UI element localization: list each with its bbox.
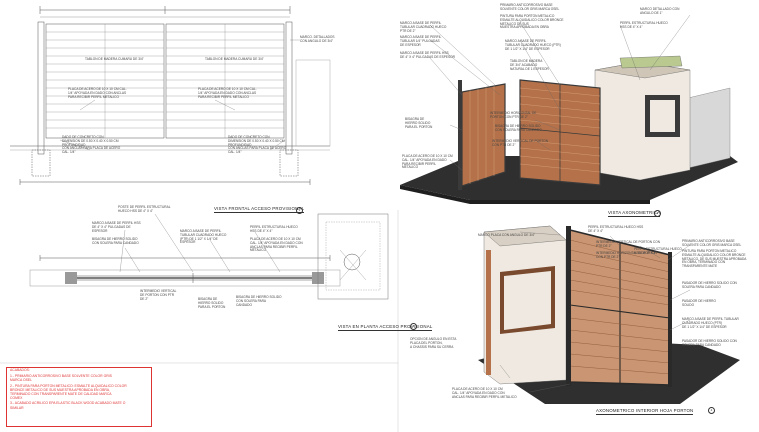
iso1-label-horizontal: INTERMEDIO HORIZONTAL DE PORTON CON PTR … bbox=[490, 111, 537, 119]
iso2-number: 4 bbox=[708, 407, 715, 414]
iso2-label-plate: PLACA DE ACERO DE 10 X 10 CM CAL. 1/4" A… bbox=[452, 387, 517, 399]
notes-line-3: 3.- ACABADO ACRILICO EPA ELASTIC BLACK W… bbox=[10, 401, 126, 410]
plan-label-post: POSTE DE PERFIL ESTRUCTURAL HUECO HSS DE… bbox=[118, 205, 171, 213]
iso1-label-tubular: MARCO A BASE DE PERFIL TUBULAR 1/4" PULG… bbox=[400, 35, 442, 47]
notes-title: ACABADOS: bbox=[10, 368, 30, 372]
iso2-label-angle: MARCO PLACA CON ANGULO DE 3/4" bbox=[478, 233, 535, 237]
iso2-caption: AXONOMETRICO INTERIOR HOJA PORTON bbox=[596, 408, 694, 415]
front-label-footing-left: DADO DE CONCRETO CON DIMENSION DE 0.50 X… bbox=[62, 135, 121, 155]
plan-label-bolt-2: BISAGRA DE HIERRO SOLIDO CON SOLERA PARA… bbox=[236, 295, 282, 307]
iso1-number: 2 bbox=[654, 210, 661, 217]
iso2-label-hss-top: PERFIL ESTRUCTURAL HUECO HSS DE 4" X 4" bbox=[588, 225, 644, 233]
front-label-frame: MARCO. DETALLADOS CON ANGULO DE 3/4" bbox=[300, 35, 335, 43]
iso1-label-paint: PINTURA PARA PORTON METALICO ESMALTE ALQ… bbox=[500, 14, 564, 30]
front-ground bbox=[10, 59, 331, 185]
front-caption: VISTA FRONTAL ACCESO PROVISIONAL bbox=[214, 206, 305, 213]
front-label-plank-right: TABLON DE MADERA CUMARU DE 3/4" bbox=[205, 57, 264, 61]
finishes-notes: ACABADOS: 1.- PRIMARIO ANTICORROSIVO BAS… bbox=[6, 367, 152, 427]
iso1-label-plank: TABLON DE MADERA DE 3/4" ACABADO NATURAL… bbox=[510, 59, 549, 71]
plan-drawing bbox=[29, 213, 389, 300]
notes-line-2: 2.- PINTURA PARA PORTON METALICO: ESMALT… bbox=[10, 383, 127, 401]
iso1-label-hinge: BISAGRA DE HIERRO SOLIDO PARA EL PORTON bbox=[405, 117, 433, 129]
iso2-label-bolt-2: PASADOR DE HIERRO SOLIDO CON SOLERA PARA… bbox=[682, 339, 737, 347]
iso1-caption: VISTA AXONOMETRICA bbox=[608, 210, 661, 217]
iso1-label-plate: PLACA DE ACERO DE 10 X 10 CM CAL. 1/4" A… bbox=[402, 154, 453, 170]
front-label-footing-right: DADO DE CONCRETO CON DIMENSION DE 0.50 X… bbox=[228, 135, 287, 155]
iso1-label-hss: PERFIL ESTRUCTURAL HUECO HSS DE 4" X 4" bbox=[620, 21, 668, 29]
plan-caption: VISTA EN PLANTA ACCESO PROVISIONAL bbox=[338, 324, 433, 331]
iso2-label-hss: PERFIL ESTRUCTURAL HUECO HSS DE 4" X 4" bbox=[634, 247, 682, 255]
iso1-label-hss-frame: MARCO A BASE DE PERFIL HSS DE 4" X 4" PU… bbox=[400, 51, 455, 59]
iso2-label-paint: PINTURA PARA PORTON METALICO ESMALTE ALQ… bbox=[682, 249, 747, 269]
plan-label-hss: PERFIL ESTRUCTURAL HUECO HSS DE 4" X 4" bbox=[250, 225, 298, 233]
iso2-label-ptr: MARCO A BASE DE PERFIL TUBULAR CUADRADO … bbox=[682, 317, 739, 329]
iso1-label-angle: MARCO DETALLADO CON ANGULO DE 1" bbox=[640, 7, 680, 15]
iso2-label-bolt-solid: PASADOR DE HIERRO SOLIDO bbox=[682, 299, 716, 307]
plan-label-vertical: INTERMEDIO VERTICAL DE PORTON CON PTR DE… bbox=[140, 289, 177, 301]
iso2-label-primer: PRIMARIO ANTICORROSIVO BASE SOLVENTE COL… bbox=[682, 239, 742, 247]
plan-label-bolt: BISAGRA DE HIERRO SOLIDO CON SOLERA PARA… bbox=[92, 237, 139, 245]
front-label-plate-left: PLACA DE ACERO DE 10 X 10 CM CAL. 1/4" A… bbox=[68, 87, 127, 99]
plan-label-plate: PLACA DE ACERO DE 10 X 10 CM CAL. 1/4" A… bbox=[250, 237, 303, 253]
iso1-label-ptr-frame: MARCO A BASE DE PERFIL TUBULAR CUADRADO … bbox=[400, 21, 447, 33]
notes-line-1: 1.- PRIMARIO ANTICORROSIVO BASE SOLVENTE… bbox=[10, 374, 112, 383]
plan-number: 3 bbox=[410, 323, 417, 330]
front-number: 1 bbox=[296, 207, 303, 214]
front-planks bbox=[46, 24, 284, 138]
iso2-label-option: OPCION DE ANGULO EN ESTA PLACA DEL PORTO… bbox=[410, 337, 457, 349]
iso1-label-vertical: INTERMEDIO VERTICAL DE PORTON CON PTR DE… bbox=[492, 139, 549, 147]
plan-label-hinge: BISAGRA DE HIERRO SOLIDO PARA EL PORTON bbox=[198, 297, 226, 309]
iso1-label-primer: PRIMARIO ANTICORROSIVO BASE SOLVENTE COL… bbox=[500, 3, 560, 11]
iso1-label-bolt: BISAGRA DE HIERRO SOLIDO CON SOLERA PARA… bbox=[495, 124, 542, 132]
plan-label-ptr: MARCO A BASE DE PERFIL TUBULAR CUADRADO … bbox=[180, 229, 227, 245]
plan-label-hss-frame: MARCO A BASE DE PERFIL HSS DE 4" X 4" PU… bbox=[92, 221, 141, 233]
front-label-plank-left: TABLON DE MADERA CUMARU DE 3/4" bbox=[85, 57, 144, 61]
iso1-drawing bbox=[400, 55, 738, 204]
iso1-label-square-frame: MARCO A BASE DE PERFIL TUBULAR CUADRADO … bbox=[505, 39, 561, 51]
iso2-label-bolt: PASADOR DE HIERRO SOLIDO CON SOLERA PARA… bbox=[682, 281, 737, 289]
front-label-plate-right: PLACA DE ACERO DE 10 X 10 CM CAL. 1/4" A… bbox=[198, 87, 257, 99]
